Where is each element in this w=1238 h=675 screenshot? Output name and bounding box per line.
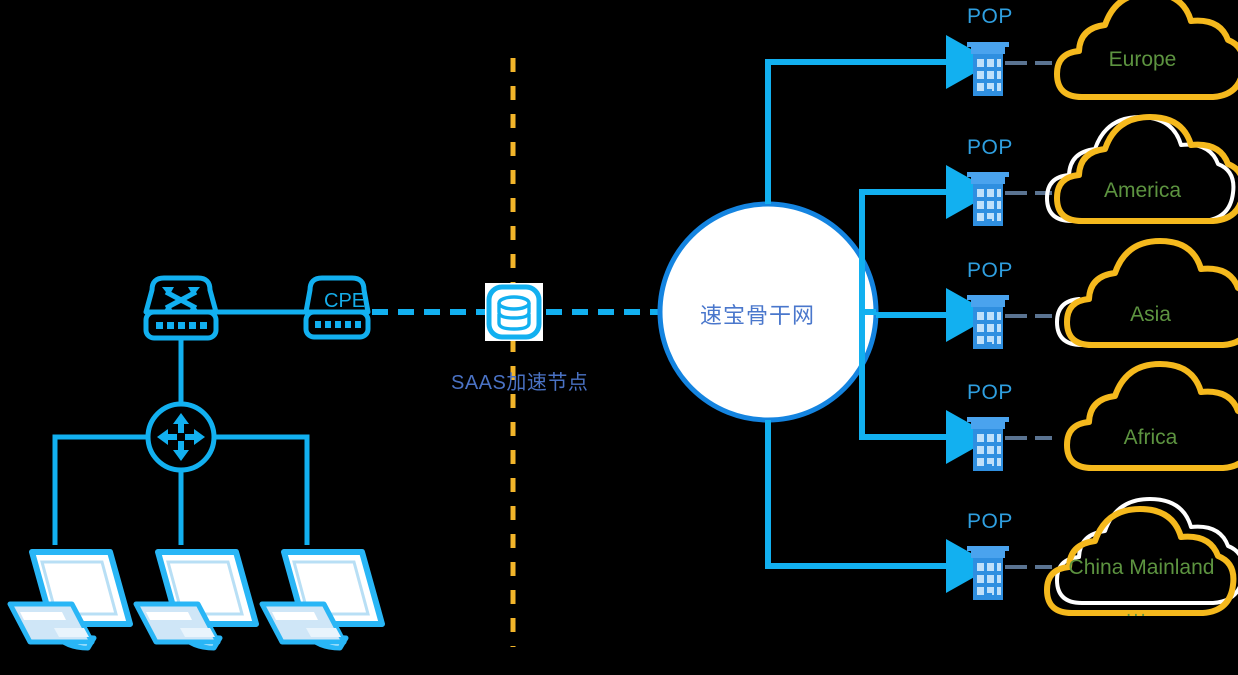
client-computer-icon (7, 549, 133, 651)
pop-building-icon (967, 546, 1052, 600)
pop-building-icon (967, 42, 1052, 96)
network-diagram-canvas: CPE SAAS加速节点 速宝骨干网 POP POP POP POP POP E… (0, 0, 1238, 675)
switch-icon (143, 275, 219, 341)
region-cloud-europe (1054, 0, 1238, 100)
region-cloud-america (1045, 114, 1238, 224)
client-computer-icon (259, 549, 385, 651)
region-cloud-asia (1054, 238, 1238, 348)
pop-building-icon (967, 417, 1052, 471)
cpe-icon (303, 275, 371, 340)
saas-node-icon (485, 283, 543, 341)
pop-building-icon (967, 295, 1052, 349)
router-icon (145, 401, 217, 473)
region-cloud-china-mainland (1044, 497, 1238, 616)
client-computer-icon (133, 549, 259, 651)
region-cloud-africa (1064, 361, 1238, 471)
pop-building-icon (967, 172, 1052, 226)
backbone-circle (657, 201, 879, 423)
diagram-svg (7, 0, 1238, 651)
